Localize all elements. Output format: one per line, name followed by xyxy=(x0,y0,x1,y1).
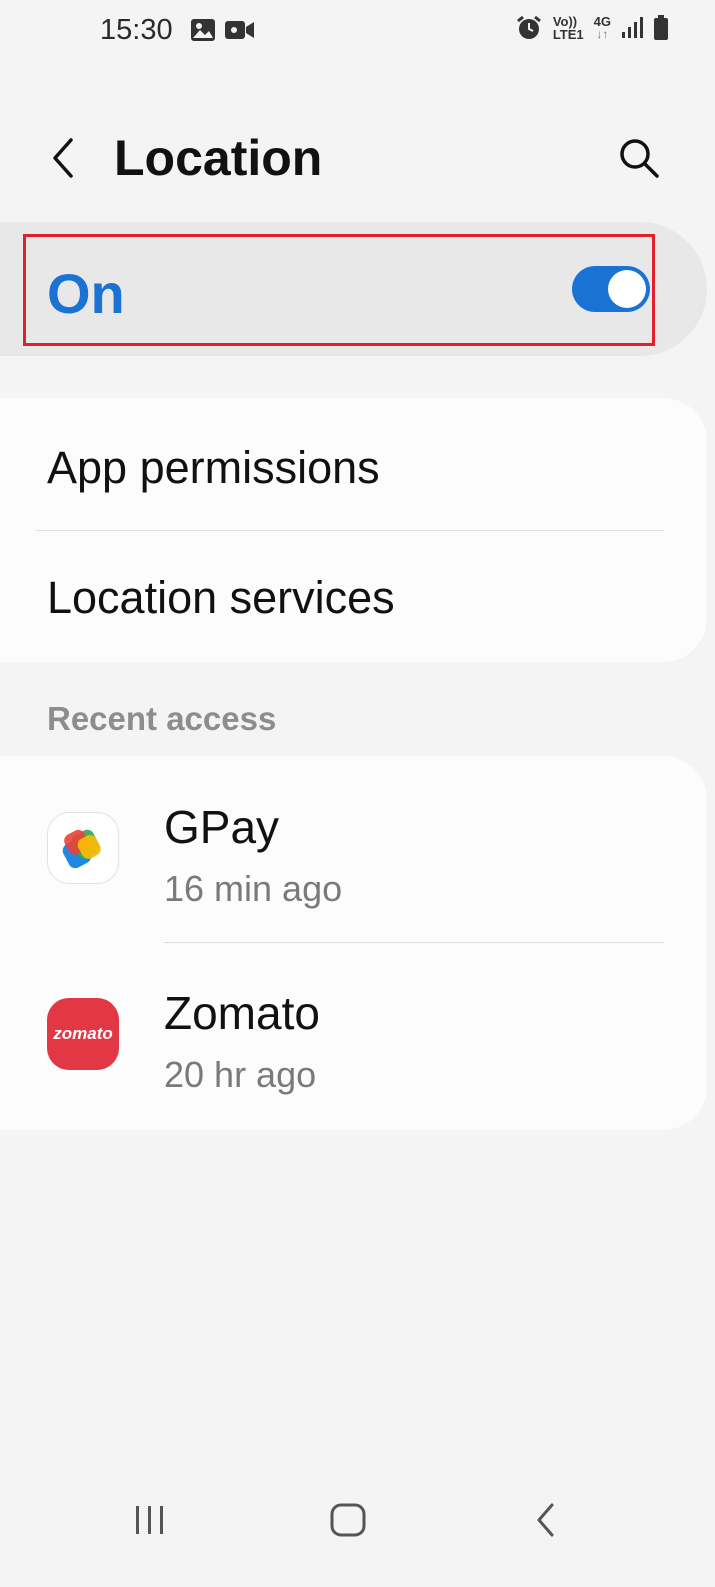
signal-icon xyxy=(622,17,643,38)
status-left-icons xyxy=(190,17,256,43)
search-button[interactable] xyxy=(615,134,663,182)
battery-icon xyxy=(654,15,668,40)
home-button[interactable] xyxy=(318,1498,378,1542)
gpay-icon xyxy=(47,812,119,884)
volte-icon: Vo)) LTE1 xyxy=(553,15,584,41)
app-name-zomato: Zomato xyxy=(164,987,320,1039)
4g-icon: 4G ↓↑ xyxy=(593,14,611,41)
back-icon xyxy=(537,1503,554,1537)
toggle-knob xyxy=(608,270,646,308)
settings-item-location-services[interactable]: Location services xyxy=(47,572,395,624)
section-header-recent-access: Recent access xyxy=(47,700,277,737)
page-title: Location xyxy=(114,130,323,186)
nav-back-button[interactable] xyxy=(516,1498,576,1542)
home-icon xyxy=(330,1503,366,1537)
navigation-bar xyxy=(0,1480,715,1560)
recents-icon xyxy=(136,1506,163,1534)
app-time-zomato: 20 hr ago xyxy=(164,1054,317,1095)
location-toggle-switch[interactable] xyxy=(572,266,650,312)
zomato-icon: zomato xyxy=(47,998,119,1070)
divider xyxy=(164,942,664,943)
alarm-icon xyxy=(516,15,541,39)
recents-button[interactable] xyxy=(120,1498,180,1542)
gallery-icon xyxy=(191,19,215,41)
recent-access-card: GPay 16 min ago zomato Zomato 20 hr ago xyxy=(0,756,707,1130)
settings-card: App permissions Location services xyxy=(0,398,707,662)
status-time: 15:30 xyxy=(100,14,173,46)
app-header: Location xyxy=(0,110,715,210)
volte-label-bottom: LTE1 xyxy=(552,27,584,42)
location-state-label: On xyxy=(47,262,125,325)
back-chevron-icon xyxy=(53,138,73,178)
status-bar: 15:30 Vo)) LTE1 4G ↓↑ xyxy=(0,0,715,64)
app-time-gpay: 16 min ago xyxy=(164,868,343,909)
zomato-icon-text: zomato xyxy=(53,1024,113,1043)
status-right-icons: Vo)) LTE1 4G ↓↑ xyxy=(515,14,669,42)
app-name-gpay: GPay xyxy=(164,801,280,853)
video-record-icon xyxy=(225,21,254,39)
search-icon xyxy=(620,139,659,178)
divider xyxy=(36,530,664,531)
settings-item-app-permissions[interactable]: App permissions xyxy=(47,442,380,494)
back-button[interactable] xyxy=(40,130,84,186)
